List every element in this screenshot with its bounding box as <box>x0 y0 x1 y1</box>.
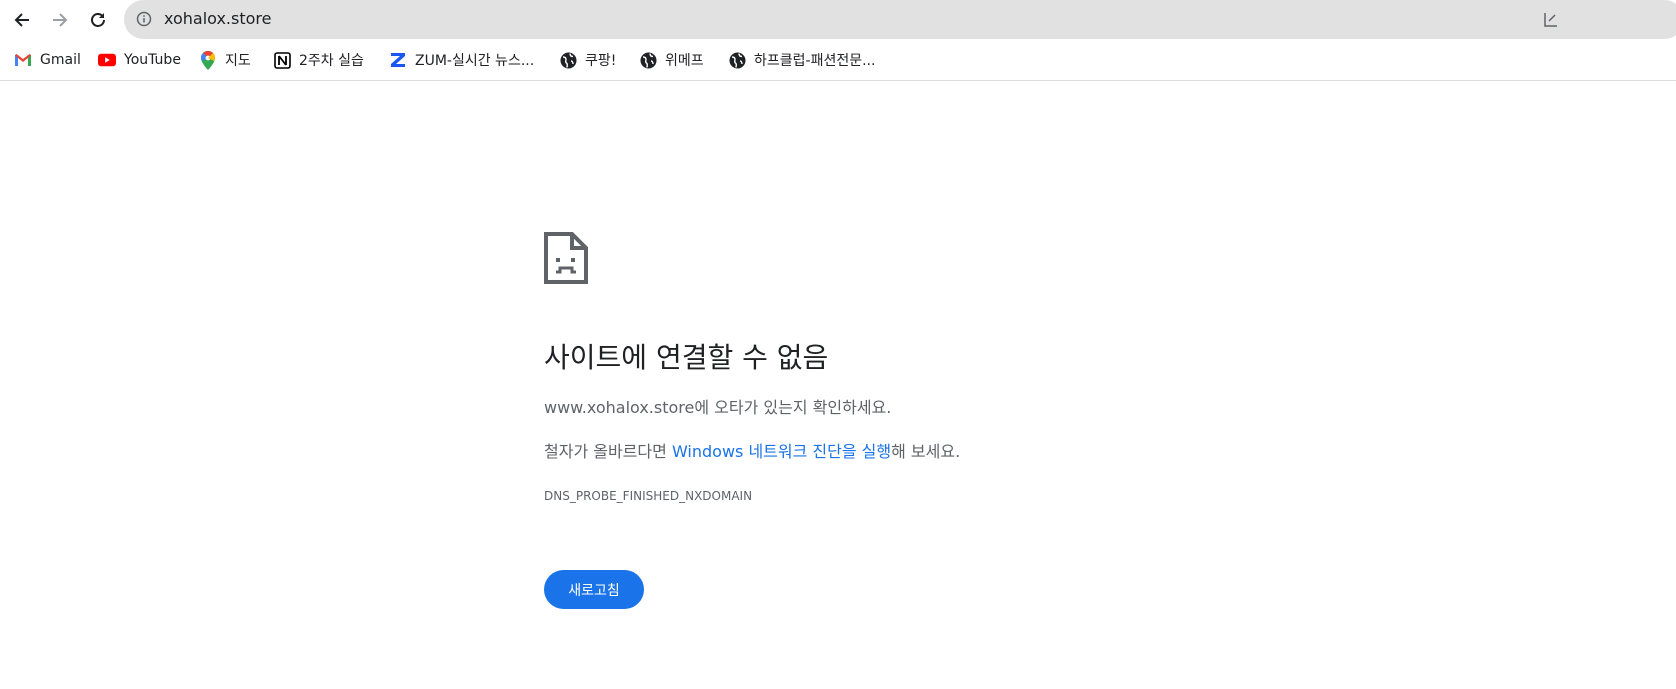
error-suggestion-typo: www.xohalox.store에 오타가 있는지 확인하세요. <box>544 394 891 418</box>
address-url[interactable]: xohalox.store <box>164 9 271 28</box>
bookmark-coupang[interactable]: 쿠팡! <box>559 50 616 70</box>
bookmark-gmail[interactable]: Gmail <box>14 50 81 70</box>
globe-icon <box>728 51 746 69</box>
error-host: www.xohalox.store <box>544 398 695 417</box>
bookmark-wemakeprice[interactable]: 위메프 <box>639 50 704 70</box>
notion-icon <box>273 51 291 69</box>
reload-button[interactable]: 새로고침 <box>544 570 644 609</box>
globe-icon <box>559 51 577 69</box>
error-suggestion-diagnostics: 철자가 올바르다면 Windows 네트워크 진단을 실행해 보세요. <box>544 438 960 462</box>
bookmark-label: 지도 <box>225 53 251 69</box>
bookmark-label: 2주차 실습 <box>299 53 364 69</box>
diagnostics-prefix: 철자가 올바르다면 <box>544 442 672 461</box>
gmail-icon <box>14 51 32 69</box>
bookmark-halfclub[interactable]: 하프클럽-패션전문... <box>728 50 875 70</box>
bookmark-youtube[interactable]: YouTube <box>98 50 181 70</box>
bookmark-label: 위메프 <box>665 53 704 69</box>
maps-pin-icon <box>199 50 217 70</box>
bookmark-label: Gmail <box>40 52 81 68</box>
bookmark-zum[interactable]: ZUM-실시간 뉴스... <box>389 50 534 70</box>
globe-icon <box>639 51 657 69</box>
forward-button[interactable] <box>44 4 76 36</box>
arrow-right-icon <box>53 13 68 27</box>
reload-icon <box>91 13 105 27</box>
error-title: 사이트에 연결할 수 없음 <box>544 341 829 374</box>
sad-page-icon <box>544 232 588 284</box>
bookmark-maps[interactable]: 지도 <box>199 50 251 70</box>
network-diagnostics-link[interactable]: Windows 네트워크 진단을 실행 <box>672 442 891 461</box>
install-app-icon[interactable] <box>1544 11 1558 27</box>
info-icon[interactable] <box>136 11 152 27</box>
youtube-icon <box>98 51 116 69</box>
error-suggestion-rest: 에 오타가 있는지 확인하세요. <box>694 398 892 417</box>
zum-icon <box>389 51 407 69</box>
bookmark-notion[interactable]: 2주차 실습 <box>273 50 364 70</box>
back-button[interactable] <box>6 4 38 36</box>
reload-toolbar-button[interactable] <box>82 4 114 36</box>
error-code: DNS_PROBE_FINISHED_NXDOMAIN <box>544 489 753 503</box>
browser-toolbar: xohalox.store <box>0 0 1676 40</box>
bookmarks-bar: Gmail YouTube 지도 2주차 실습 ZUM-실시간 뉴스... 쿠팡… <box>0 40 1676 81</box>
bookmark-label: 하프클럽-패션전문... <box>754 53 876 69</box>
bookmark-label: 쿠팡! <box>585 53 617 69</box>
bookmark-label: YouTube <box>124 52 181 68</box>
address-bar[interactable]: xohalox.store <box>124 0 1676 39</box>
diagnostics-suffix: 해 보세요. <box>891 442 961 461</box>
arrow-left-icon <box>14 13 29 27</box>
bookmark-label: ZUM-실시간 뉴스... <box>415 53 535 69</box>
